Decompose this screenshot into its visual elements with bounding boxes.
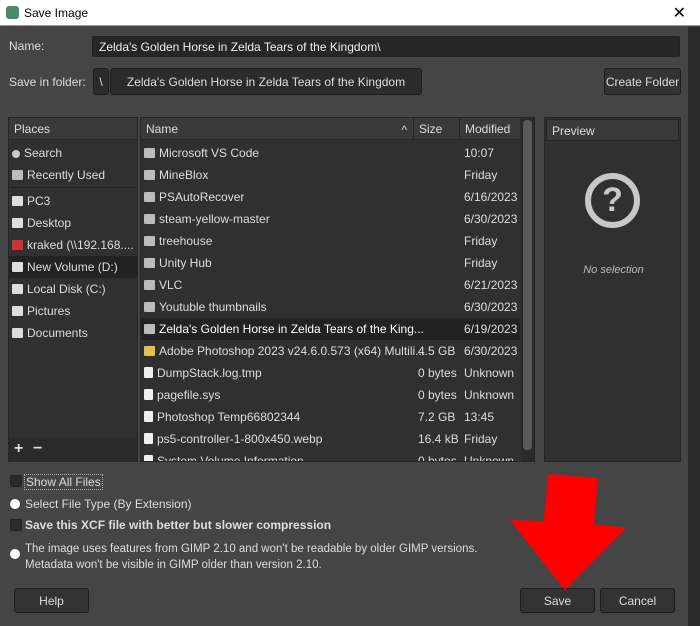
red-arrow-annotation: [510, 474, 626, 590]
arrow-down-icon: [510, 474, 626, 590]
